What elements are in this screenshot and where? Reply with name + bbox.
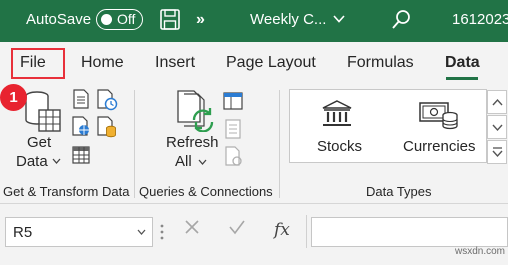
properties-icon[interactable] bbox=[224, 118, 242, 140]
document-title[interactable]: Weekly C... bbox=[250, 11, 326, 28]
get-data-icon[interactable] bbox=[22, 90, 62, 134]
autosave-toggle[interactable]: Off bbox=[96, 9, 143, 30]
recent-sources-icon[interactable] bbox=[96, 89, 118, 111]
stocks-label[interactable]: Stocks bbox=[317, 138, 362, 155]
search-icon[interactable] bbox=[391, 9, 411, 31]
refresh-all-label-line1[interactable]: Refresh bbox=[166, 134, 219, 151]
currencies-label[interactable]: Currencies bbox=[403, 138, 476, 155]
more-commands-icon[interactable]: » bbox=[196, 11, 205, 29]
tab-formulas[interactable]: Formulas bbox=[347, 54, 414, 72]
chevron-up-icon bbox=[492, 98, 503, 106]
from-table-range-icon[interactable] bbox=[71, 145, 91, 165]
gallery-scroll-down[interactable] bbox=[487, 115, 507, 139]
data-types-gallery: Stocks Currencies bbox=[289, 89, 487, 163]
get-data-label-line2[interactable]: Data bbox=[16, 153, 48, 170]
from-text-csv-icon[interactable] bbox=[71, 89, 91, 109]
formula-separator bbox=[306, 215, 307, 248]
chevron-down-icon[interactable] bbox=[52, 157, 61, 165]
tab-insert[interactable]: Insert bbox=[155, 54, 195, 72]
enter-check-icon[interactable] bbox=[229, 218, 245, 236]
name-box-value: R5 bbox=[13, 224, 33, 241]
insert-function-icon[interactable]: fx bbox=[274, 220, 290, 240]
ribbon-tabs: File Home Insert Page Layout Formulas Da… bbox=[0, 42, 508, 84]
chevron-down-icon[interactable] bbox=[333, 14, 345, 24]
group-separator bbox=[279, 90, 280, 198]
formula-input[interactable] bbox=[311, 217, 508, 247]
formula-bar: R5 fx bbox=[0, 204, 508, 265]
currencies-icon[interactable] bbox=[419, 100, 459, 130]
group-label-queries: Queries & Connections bbox=[139, 184, 273, 199]
autosave-label: AutoSave bbox=[26, 11, 92, 28]
group-separator bbox=[134, 90, 135, 198]
grip-icon[interactable] bbox=[160, 224, 164, 240]
refresh-all-label-line2[interactable]: All bbox=[175, 153, 192, 170]
from-web-icon[interactable] bbox=[71, 116, 91, 136]
cancel-icon[interactable] bbox=[184, 218, 200, 236]
get-data-label-line1[interactable]: Get bbox=[27, 134, 51, 151]
tab-home[interactable]: Home bbox=[81, 54, 124, 72]
toggle-knob bbox=[101, 13, 112, 25]
tab-data[interactable]: Data bbox=[445, 54, 480, 72]
watermark: wsxdn.com bbox=[455, 246, 506, 257]
expand-gallery-icon bbox=[492, 147, 503, 158]
account-name[interactable]: 1612023 bbox=[452, 11, 508, 28]
group-label-data-types: Data Types bbox=[366, 184, 432, 199]
stocks-icon[interactable] bbox=[321, 100, 353, 128]
group-label-get-transform: Get & Transform Data bbox=[3, 184, 130, 199]
step-badge: 1 bbox=[0, 84, 27, 111]
chevron-down-icon[interactable] bbox=[198, 158, 207, 166]
chevron-down-icon bbox=[492, 124, 503, 132]
chevron-down-icon[interactable] bbox=[137, 228, 146, 236]
gallery-scroll-up[interactable] bbox=[487, 90, 507, 114]
queries-connections-icon[interactable] bbox=[222, 91, 244, 111]
gallery-expand[interactable] bbox=[487, 140, 507, 164]
ribbon-data: Get Data Refresh All Stocks Currencies G… bbox=[0, 84, 508, 204]
refresh-all-icon[interactable] bbox=[176, 90, 216, 132]
toggle-state-text: Off bbox=[117, 11, 136, 27]
existing-connections-icon[interactable] bbox=[96, 116, 118, 138]
tab-page-layout[interactable]: Page Layout bbox=[226, 54, 316, 72]
file-tab-highlight bbox=[11, 48, 65, 79]
save-icon[interactable] bbox=[160, 9, 180, 30]
name-box[interactable]: R5 bbox=[5, 217, 153, 247]
active-tab-indicator bbox=[446, 77, 478, 80]
edit-links-icon[interactable] bbox=[224, 146, 244, 168]
title-bar: AutoSave Off » Weekly C... 1612023 bbox=[0, 0, 508, 42]
